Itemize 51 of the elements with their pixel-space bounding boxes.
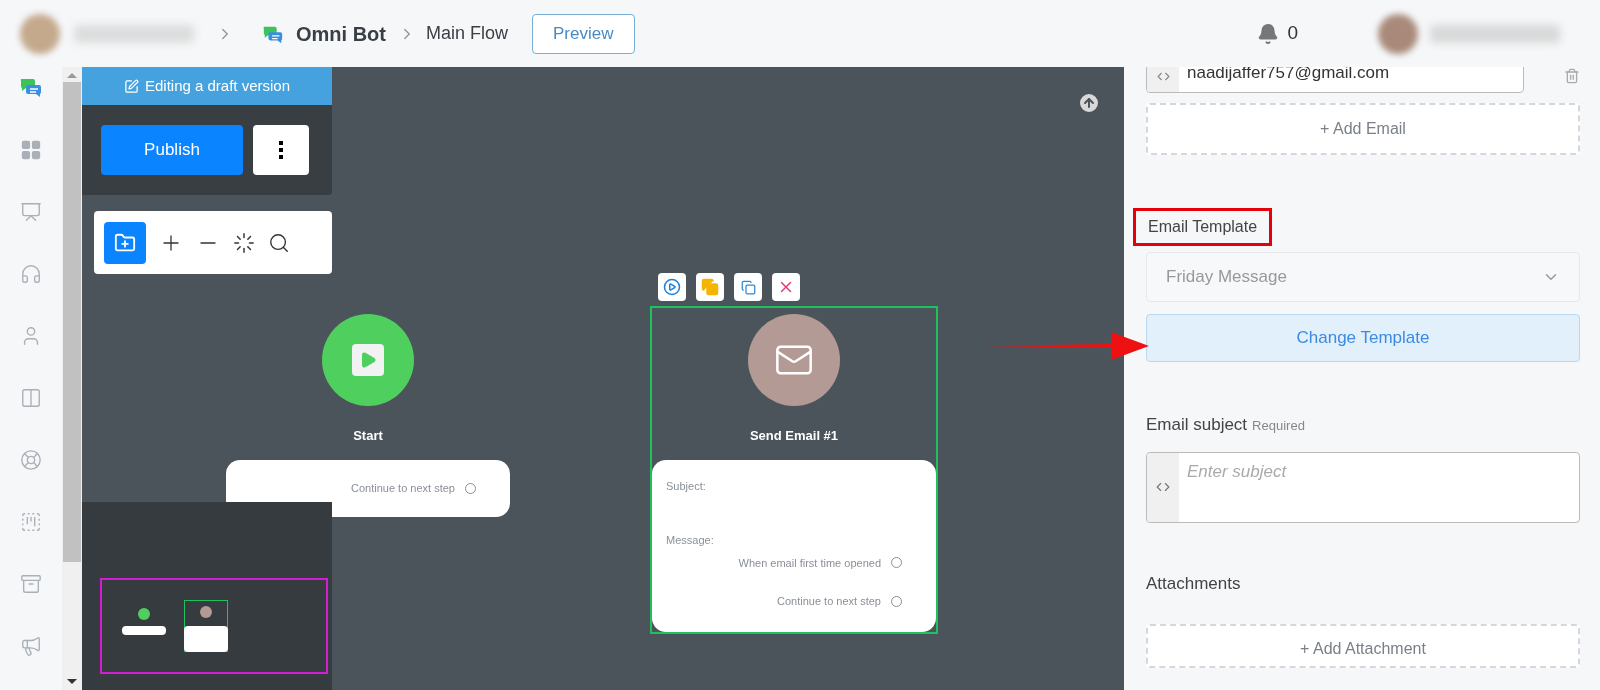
headset-icon[interactable] — [20, 263, 42, 285]
publish-button[interactable]: Publish — [101, 125, 243, 175]
flow-name: Main Flow — [426, 22, 509, 45]
minimap-drawing[interactable] — [82, 502, 332, 690]
output-label: Continue to next step — [777, 594, 881, 609]
search-icon[interactable] — [268, 231, 290, 254]
flow-node[interactable]: Start Continue to next step — [224, 306, 512, 519]
change-template-button[interactable]: Change Template — [1146, 314, 1580, 362]
template-label: Email Template — [1148, 218, 1258, 235]
edit-icon — [123, 78, 139, 94]
lifebuoy-icon[interactable] — [20, 449, 42, 471]
megaphone-icon[interactable] — [20, 635, 42, 657]
add-folder-icon[interactable] — [104, 221, 146, 264]
add-email-button[interactable]: + Add Email — [1146, 103, 1580, 155]
banner-text: Editing a draft version — [144, 75, 291, 96]
duplicate-icon[interactable] — [734, 273, 762, 301]
scrollbar[interactable] — [62, 67, 82, 690]
bell-icon[interactable] — [1257, 22, 1280, 45]
flow-canvas[interactable]: Start Continue to next step Send Email #1 Subject: Message: When email first time opened Continue to next step Editing a draft version Publish — [82, 67, 1124, 690]
subject-field[interactable]: Enter subject — [1146, 451, 1580, 523]
archive-icon[interactable] — [20, 573, 42, 595]
node-title: Start — [353, 427, 383, 445]
trash-icon[interactable] — [1564, 68, 1580, 84]
add-attachment-button[interactable]: + Add Attachment — [1146, 624, 1580, 668]
bot-name[interactable]: Omni Bot — [296, 18, 386, 49]
copy-icon[interactable] — [696, 273, 724, 301]
board-icon[interactable] — [20, 511, 42, 533]
more-button[interactable] — [253, 125, 309, 175]
fit-view-icon[interactable] — [233, 231, 255, 254]
grid-icon[interactable] — [20, 139, 42, 161]
node-field-label: Message: — [666, 533, 715, 548]
upload-icon[interactable] — [1077, 91, 1101, 115]
avatar-placeholder — [1378, 13, 1418, 54]
subject-label: Email subject — [1146, 414, 1248, 436]
output-label: Continue to next step — [351, 480, 455, 496]
avatar-placeholder — [20, 13, 60, 54]
preview-button[interactable]: Preview — [532, 13, 635, 54]
attachments-label: Attachments — [1146, 572, 1242, 595]
template-dropdown[interactable]: Friday Message — [1146, 252, 1580, 302]
output-label: When email first time opened — [738, 555, 881, 571]
node-title: Send Email #1 — [749, 427, 839, 445]
columns-icon[interactable] — [20, 387, 42, 409]
scroll-down-icon[interactable] — [67, 679, 77, 684]
required-hint: Required — [1252, 417, 1305, 435]
notification-count: 0 — [1287, 21, 1298, 46]
flow-node[interactable]: Send Email #1 Subject: Message: When email first time opened Continue to next step — [650, 306, 938, 634]
scroll-thumb[interactable] — [63, 82, 81, 562]
node-field-label: Subject: — [666, 478, 707, 494]
code-icon — [1147, 452, 1179, 522]
close-icon[interactable] — [772, 273, 800, 301]
chart-board-icon[interactable] — [20, 201, 42, 223]
